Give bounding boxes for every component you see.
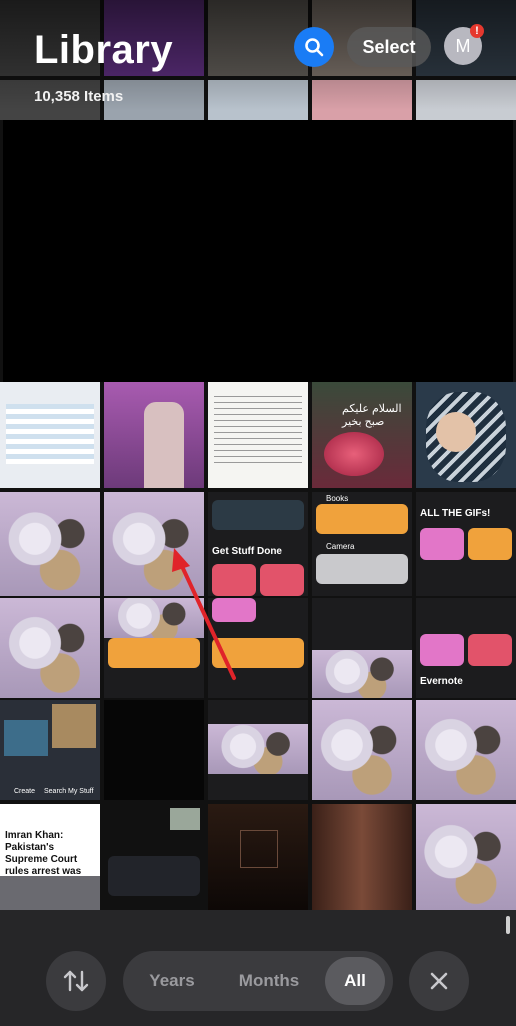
thumbnail[interactable] — [416, 382, 516, 488]
thumbnail[interactable] — [208, 804, 308, 910]
photo-grid: السلام عليكم صبح بخير Get Stuff Done Boo… — [0, 0, 516, 910]
thumbnail[interactable] — [104, 382, 204, 488]
tab-label: Create — [14, 788, 36, 795]
thumbnail[interactable] — [312, 598, 412, 698]
thumbnail[interactable] — [416, 700, 516, 800]
segment-all[interactable]: All — [325, 957, 385, 1005]
thumbnail[interactable]: Imran Khan: Pakistan's Supreme Court rul… — [0, 804, 100, 910]
thumbnail[interactable] — [0, 492, 100, 596]
greeting-text: السلام عليكم صبح بخير — [342, 403, 402, 428]
shortcut-label: Evernote — [420, 676, 463, 687]
thumbnail[interactable] — [104, 804, 204, 910]
thumbnail[interactable] — [0, 382, 100, 488]
shortcut-label: Books — [326, 494, 349, 503]
segment-months[interactable]: Months — [229, 951, 309, 1011]
thumbnail[interactable]: السلام عليكم صبح بخير — [312, 382, 412, 488]
thumbnail[interactable] — [104, 700, 204, 800]
thumbnail[interactable] — [208, 382, 308, 488]
page-title: Library — [34, 28, 174, 72]
time-range-segmented-control: Years Months All — [123, 951, 393, 1011]
segment-years[interactable]: Years — [137, 951, 207, 1011]
item-count: 10,358 Items — [34, 88, 124, 105]
shortcut-label: Camera — [326, 542, 355, 551]
thumbnail[interactable]: Evernote — [416, 598, 516, 698]
thumbnail[interactable] — [312, 700, 412, 800]
search-icon — [305, 38, 324, 57]
select-button[interactable]: Select — [347, 27, 431, 67]
library-header: Library 10,358 Items Select M ! — [0, 0, 516, 110]
sort-button[interactable] — [46, 951, 106, 1011]
scroll-indicator[interactable] — [506, 916, 510, 934]
notification-badge: ! — [470, 24, 484, 38]
sort-arrows-icon — [63, 970, 89, 992]
search-button[interactable] — [294, 27, 334, 67]
close-icon — [430, 972, 448, 990]
thumbnail[interactable] — [0, 598, 100, 698]
tab-label: Search — [44, 788, 67, 795]
redacted-area — [3, 120, 513, 382]
thumbnail[interactable]: Books Camera — [312, 492, 412, 596]
thumbnail[interactable]: ALL THE GIFs! — [416, 492, 516, 596]
thumbnail[interactable] — [208, 700, 308, 800]
thumbnail[interactable] — [416, 804, 516, 910]
thumbnail[interactable] — [312, 804, 412, 910]
tab-label: My Stuff — [68, 788, 94, 795]
thumbnail[interactable]: Create Search My Stuff — [0, 700, 100, 800]
shortcut-label: ALL THE GIFs! — [420, 508, 491, 519]
annotation-arrow — [172, 548, 236, 680]
close-button[interactable] — [409, 951, 469, 1011]
